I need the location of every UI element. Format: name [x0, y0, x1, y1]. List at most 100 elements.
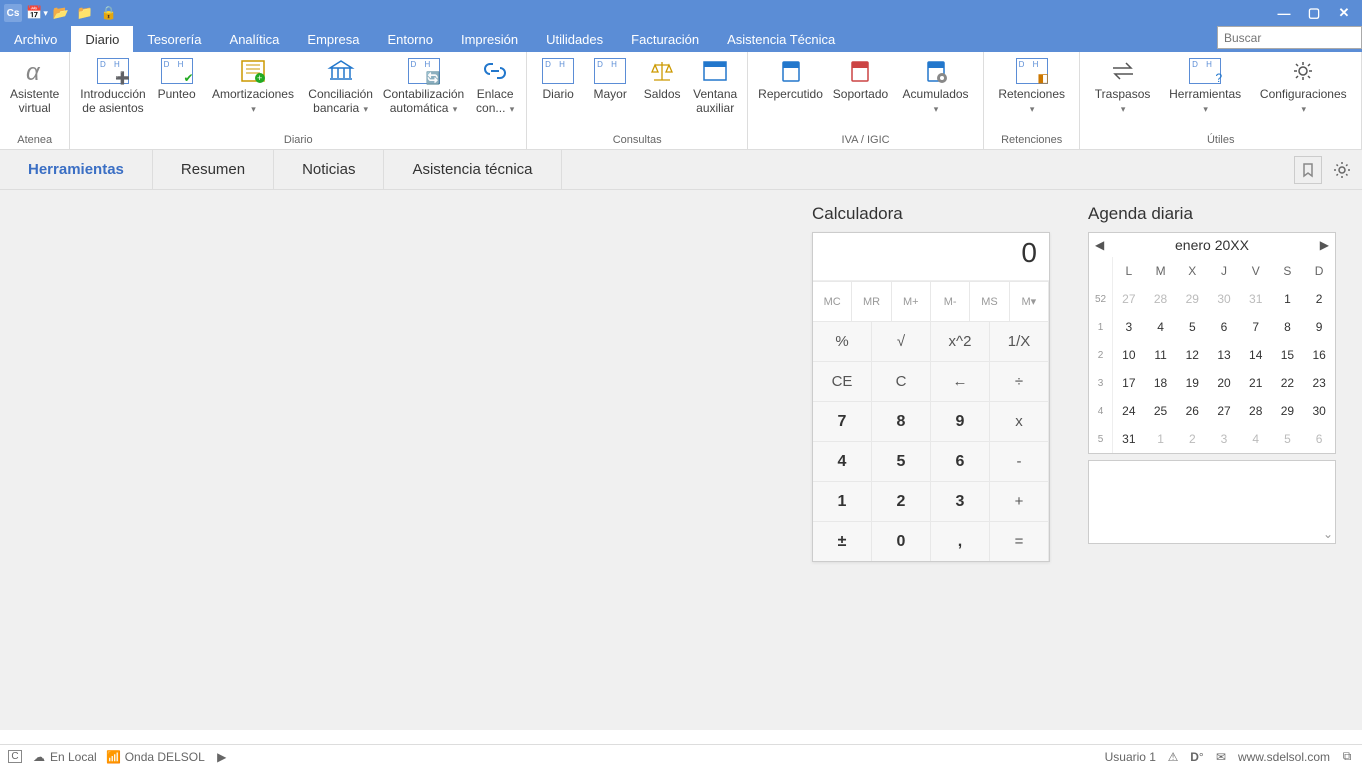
calendar-day[interactable]: 3 — [1113, 313, 1145, 341]
calc-key-÷[interactable]: ÷ — [990, 361, 1049, 401]
calendar-month[interactable]: enero 20XX — [1175, 237, 1249, 253]
calendar-day[interactable]: 15 — [1272, 341, 1304, 369]
calc-key-1/X[interactable]: 1/X — [990, 321, 1049, 361]
folder-open-icon[interactable]: 📂 — [52, 4, 70, 22]
search-input[interactable] — [1218, 27, 1361, 48]
ribbon-configuraciones[interactable]: Configuraciones ▾ — [1252, 54, 1355, 118]
status-C[interactable]: C — [8, 750, 22, 764]
calendar-day[interactable]: 8 — [1272, 313, 1304, 341]
calendar-day[interactable]: 4 — [1145, 313, 1177, 341]
search-box[interactable] — [1217, 26, 1362, 49]
calc-key-x^2[interactable]: x^2 — [931, 321, 990, 361]
ribbon-introduccin[interactable]: ➕Introducciónde asientos — [76, 54, 149, 118]
calendar-day[interactable]: 5 — [1176, 313, 1208, 341]
calc-key-C[interactable]: C — [872, 361, 931, 401]
calendar-day[interactable]: 10 — [1113, 341, 1145, 369]
ribbon-mayor[interactable]: Mayor — [585, 54, 635, 104]
status-warn[interactable]: ⚠ — [1166, 750, 1180, 764]
calc-key-5[interactable]: 5 — [872, 441, 931, 481]
calc-key-,[interactable]: , — [931, 521, 990, 561]
ribbon-contabilizacin[interactable]: 🔄Contabilizaciónautomática ▾ — [379, 54, 468, 118]
calc-key-0[interactable]: 0 — [872, 521, 931, 561]
settings-icon[interactable] — [1328, 156, 1356, 184]
agenda-notes[interactable]: ⌄ — [1088, 460, 1336, 544]
ribbon-traspasos[interactable]: Traspasos ▾ — [1086, 54, 1158, 118]
calc-key-8[interactable]: 8 — [872, 401, 931, 441]
folder-icon[interactable]: 📁 — [76, 4, 94, 22]
menu-entorno[interactable]: Entorno — [373, 26, 447, 52]
menu-utilidades[interactable]: Utilidades — [532, 26, 617, 52]
calc-key-CE[interactable]: CE — [813, 361, 872, 401]
ribbon-herramientas[interactable]: ?Herramientas ▾ — [1161, 54, 1250, 118]
calendar-day[interactable]: 21 — [1240, 369, 1272, 397]
ribbon-saldos[interactable]: Saldos — [637, 54, 687, 104]
expand-icon[interactable]: ⌄ — [1323, 527, 1333, 541]
calc-mr[interactable]: MR — [852, 281, 891, 321]
menu-analítica[interactable]: Analítica — [216, 26, 294, 52]
ribbon-repercutido[interactable]: Repercutido — [754, 54, 827, 104]
calc-key-%[interactable]: % — [813, 321, 872, 361]
calendar-day[interactable]: 27 — [1208, 397, 1240, 425]
ribbon-conciliacin[interactable]: Conciliaciónbancaria ▾ — [304, 54, 377, 118]
calendar-day[interactable]: 28 — [1240, 397, 1272, 425]
lock-icon[interactable]: 🔒 — [100, 4, 118, 22]
menu-facturación[interactable]: Facturación — [617, 26, 713, 52]
calc-key-7[interactable]: 7 — [813, 401, 872, 441]
menu-impresión[interactable]: Impresión — [447, 26, 532, 52]
calendar-day[interactable]: 22 — [1272, 369, 1304, 397]
calendar-day[interactable]: 16 — [1303, 341, 1335, 369]
minimize-button[interactable]: — — [1270, 2, 1298, 24]
calendar-day[interactable]: 31 — [1113, 425, 1145, 453]
ribbon-acumulados[interactable]: Acumulados ▾ — [894, 54, 977, 118]
calc-m▾[interactable]: M▾ — [1010, 281, 1049, 321]
calendar-day[interactable]: 24 — [1113, 397, 1145, 425]
calc-m-[interactable]: M- — [931, 281, 970, 321]
calc-key-2[interactable]: 2 — [872, 481, 931, 521]
calc-key-x[interactable]: x — [990, 401, 1049, 441]
calc-key-4[interactable]: 4 — [813, 441, 872, 481]
calendar-day[interactable]: 7 — [1240, 313, 1272, 341]
bookmark-icon[interactable] — [1294, 156, 1322, 184]
calendar-prev[interactable]: ◀ — [1095, 238, 1104, 252]
calendar-day[interactable]: 6 — [1208, 313, 1240, 341]
calc-key-9[interactable]: 9 — [931, 401, 990, 441]
subtab-herramientas[interactable]: Herramientas — [0, 150, 153, 189]
status-Onda DELSOL[interactable]: 📶Onda DELSOL — [107, 750, 205, 764]
subtab-resumen[interactable]: Resumen — [153, 150, 274, 189]
calendar-day[interactable]: 26 — [1176, 397, 1208, 425]
calendar-day[interactable]: 17 — [1113, 369, 1145, 397]
calendar-next[interactable]: ▶ — [1320, 238, 1329, 252]
subtab-noticias[interactable]: Noticias — [274, 150, 384, 189]
calc-key-6[interactable]: 6 — [931, 441, 990, 481]
ribbon-asistente[interactable]: αAsistentevirtual — [6, 54, 63, 118]
calendar-day[interactable]: 12 — [1176, 341, 1208, 369]
close-button[interactable]: ✕ — [1330, 2, 1358, 24]
status-D[interactable]: D° — [1190, 750, 1204, 764]
calendar-day[interactable]: 9 — [1303, 313, 1335, 341]
calc-key-3[interactable]: 3 — [931, 481, 990, 521]
menu-empresa[interactable]: Empresa — [293, 26, 373, 52]
ribbon-amortizaciones[interactable]: +Amortizaciones ▾ — [204, 54, 303, 118]
calendar-day[interactable]: 14 — [1240, 341, 1272, 369]
ribbon-enlace[interactable]: Enlacecon... ▾ — [470, 54, 520, 118]
ribbon-retenciones[interactable]: ◧Retenciones ▾ — [990, 54, 1073, 118]
calc-key-±[interactable]: ± — [813, 521, 872, 561]
menu-asistencia técnica[interactable]: Asistencia Técnica — [713, 26, 849, 52]
calendar-day[interactable]: 18 — [1145, 369, 1177, 397]
calendar-day[interactable]: 25 — [1145, 397, 1177, 425]
ribbon-diario[interactable]: Diario — [533, 54, 583, 104]
calendar-day[interactable]: 20 — [1208, 369, 1240, 397]
status-www.sdelsol.com[interactable]: www.sdelsol.com — [1238, 750, 1330, 764]
calendar-day[interactable]: 11 — [1145, 341, 1177, 369]
calc-ms[interactable]: MS — [970, 281, 1009, 321]
calendar-day[interactable]: 30 — [1303, 397, 1335, 425]
menu-archivo[interactable]: Archivo — [0, 26, 71, 52]
calc-key-1[interactable]: 1 — [813, 481, 872, 521]
status-play[interactable]: ▶ — [215, 750, 229, 764]
calendar-day[interactable]: 23 — [1303, 369, 1335, 397]
calc-m+[interactable]: M+ — [892, 281, 931, 321]
ribbon-ventana[interactable]: Ventanaauxiliar — [689, 54, 741, 118]
status-Usuario 1[interactable]: Usuario 1 — [1105, 750, 1156, 764]
menu-tesorería[interactable]: Tesorería — [133, 26, 215, 52]
calc-key-+[interactable]: + — [990, 481, 1049, 521]
